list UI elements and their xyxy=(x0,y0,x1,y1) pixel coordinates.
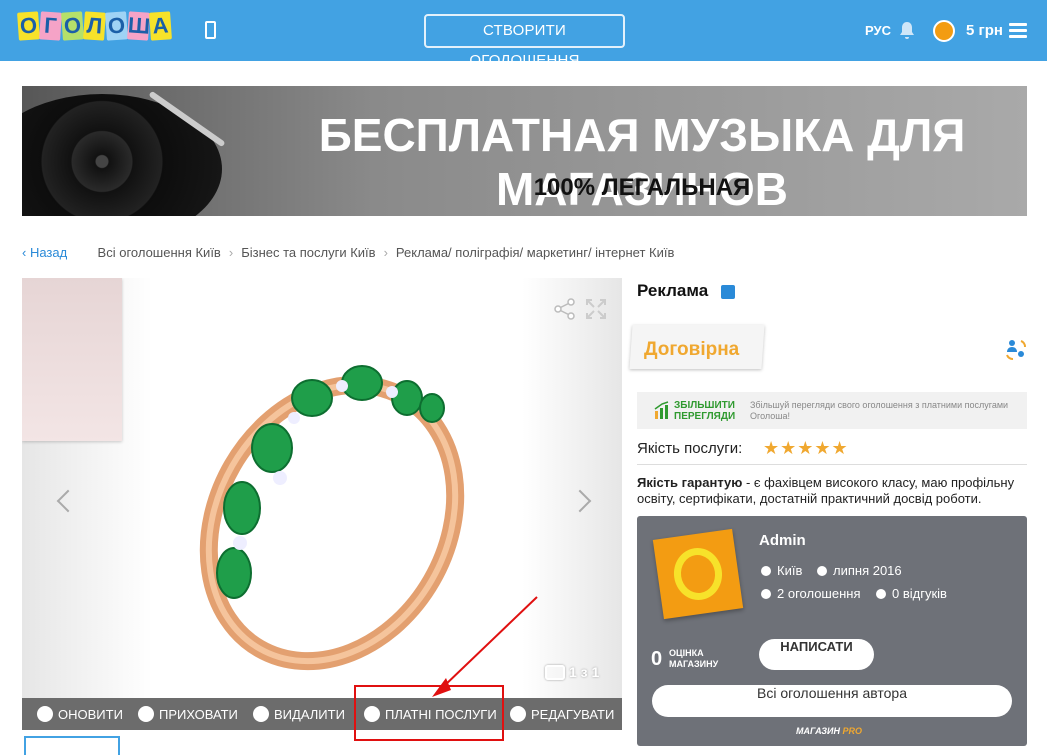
write-message-button[interactable]: НАПИСАТИ xyxy=(759,639,874,670)
price: Договірна xyxy=(644,339,740,360)
logo-letter: Г xyxy=(39,11,62,41)
eye-icon xyxy=(138,706,154,722)
buildings-icon xyxy=(761,588,771,599)
edit-label: РЕДАГУВАТИ xyxy=(531,706,615,722)
seller-city: Київ xyxy=(761,563,802,578)
coin-icon xyxy=(933,20,955,42)
all-author-ads-button[interactable]: Всі оголошення автора xyxy=(652,685,1012,717)
seller-ads-count[interactable]: 2 оголошення xyxy=(761,586,861,601)
menu-icon[interactable] xyxy=(1009,23,1027,38)
clock-icon xyxy=(817,565,827,576)
create-ad-button[interactable]: СТВОРИТИ ОГОЛОШЕННЯ xyxy=(424,14,625,69)
seller-reviews-text: 0 відгуків xyxy=(892,586,947,601)
trash-icon xyxy=(253,706,269,722)
side-thumbnail[interactable] xyxy=(22,278,122,441)
boost-description: Збільшуй перегляди свого оголошення з пл… xyxy=(750,400,1009,421)
store-rating-value: 0 xyxy=(651,648,663,670)
hide-label: ПРИХОВАТИ xyxy=(159,706,238,722)
breadcrumb-item-advertising[interactable]: Реклама/ поліграфія/ маркетинг/ інтернет… xyxy=(396,245,675,260)
chart-up-icon xyxy=(654,401,669,419)
delete-label: ВИДАЛИТИ xyxy=(274,706,345,722)
comment-icon xyxy=(876,588,886,599)
seller-name[interactable]: Admin xyxy=(759,532,806,549)
gallery-thumbnail[interactable] xyxy=(24,736,120,755)
language-switch[interactable]: РУС xyxy=(865,23,891,38)
share-icon[interactable] xyxy=(554,298,576,320)
back-link-label: Назад xyxy=(29,245,68,260)
seller-since: липня 2016 xyxy=(817,563,902,578)
ad-action-bar: ОНОВИТИ ПРИХОВАТИ ВИДАЛИТИ ПЛАТНІ ПОСЛУГ… xyxy=(22,698,622,730)
camera-icon xyxy=(545,664,565,680)
store-pro-badge: МАГАЗИН PRO xyxy=(796,726,862,736)
breadcrumb-item-business[interactable]: Бізнес та послуги Київ xyxy=(241,245,375,260)
logo-letter: О xyxy=(17,11,40,41)
refresh-icon xyxy=(37,706,53,722)
location-pin-icon xyxy=(761,565,771,576)
pencil-icon xyxy=(510,706,526,722)
hide-button[interactable]: ПРИХОВАТИ xyxy=(138,706,238,722)
seller-reviews[interactable]: 0 відгуків xyxy=(876,586,947,601)
logo-letter: О xyxy=(105,11,128,41)
seller-since-text: липня 2016 xyxy=(833,563,902,578)
store-rating-label-text: ОЦІНКА МАГАЗИНУ xyxy=(669,648,719,669)
top-navbar: ОГОЛОША СТВОРИТИ ОГОЛОШЕННЯ РУС 5 грн xyxy=(0,0,1047,69)
seller-avatar[interactable] xyxy=(652,528,744,620)
breadcrumb: ‹ Назад › Всі оголошення Київ › Бізнес т… xyxy=(22,245,674,260)
photo-gallery: 1 з 1 ОНОВИТИ ПРИХОВАТИ ВИДАЛИТИ ПЛАТНІ … xyxy=(22,278,622,730)
photo-counter-text: 1 з 1 xyxy=(569,664,600,680)
fullscreen-icon[interactable] xyxy=(585,298,607,320)
chevron-right-icon: › xyxy=(228,245,234,260)
banner-subtitle: 100% ЛЕГАЛЬНАЯ xyxy=(533,174,751,201)
photo-counter: 1 з 1 xyxy=(545,664,599,680)
edit-button[interactable]: РЕДАГУВАТИ xyxy=(510,706,614,722)
breadcrumb-item-all-ads[interactable]: Всі оголошення Київ xyxy=(98,245,221,260)
logo-letter: О xyxy=(61,11,84,41)
logo-letter: А xyxy=(149,11,172,41)
back-link[interactable]: ‹ Назад xyxy=(22,245,67,260)
phone-icon[interactable] xyxy=(205,21,216,39)
annotation-highlight-box xyxy=(354,685,504,741)
delete-button[interactable]: ВИДАЛИТИ xyxy=(253,706,345,722)
vinyl-record-image xyxy=(22,94,222,216)
rating-stars: ★★★★★ xyxy=(763,438,849,459)
site-logo[interactable]: ОГОЛОША xyxy=(17,11,172,41)
logo-letter: Ш xyxy=(127,11,151,41)
print-icon[interactable] xyxy=(721,285,735,299)
ad-title: Реклама xyxy=(637,281,709,300)
logo-letter: Л xyxy=(83,11,106,41)
ad-banner[interactable]: БЕСПЛАТНАЯ МУЗЫКА ДЛЯ МАГАЗИНОВ 100% ЛЕГ… xyxy=(22,86,1027,216)
refresh-label: ОНОВИТИ xyxy=(58,706,123,722)
refresh-button[interactable]: ОНОВИТИ xyxy=(37,706,123,722)
ad-description: Якість гарантую - є фахівцем високого кл… xyxy=(637,475,1027,507)
bell-icon[interactable] xyxy=(898,20,916,40)
store-rating-label: ОЦІНКА МАГАЗИНУ xyxy=(669,648,729,670)
divider xyxy=(637,464,1027,465)
ring-photo[interactable] xyxy=(182,348,482,678)
description-bold: Якість гарантую xyxy=(637,475,743,490)
exchange-icon[interactable] xyxy=(1003,337,1027,361)
balance[interactable]: 5 грн xyxy=(966,22,1003,39)
pro-badge-b: PRO xyxy=(842,726,863,736)
seller-ads-text: 2 оголошення xyxy=(777,586,861,601)
boost-title[interactable]: ЗБІЛЬШИТИ ПЕРЕГЛЯДИ xyxy=(674,400,744,422)
seller-city-text: Київ xyxy=(777,563,803,578)
gallery-shade-right xyxy=(522,278,622,698)
chevron-right-icon: › xyxy=(383,245,388,260)
pro-badge-a: МАГАЗИН xyxy=(796,726,840,736)
quality-label: Якість послуги: xyxy=(637,440,743,457)
